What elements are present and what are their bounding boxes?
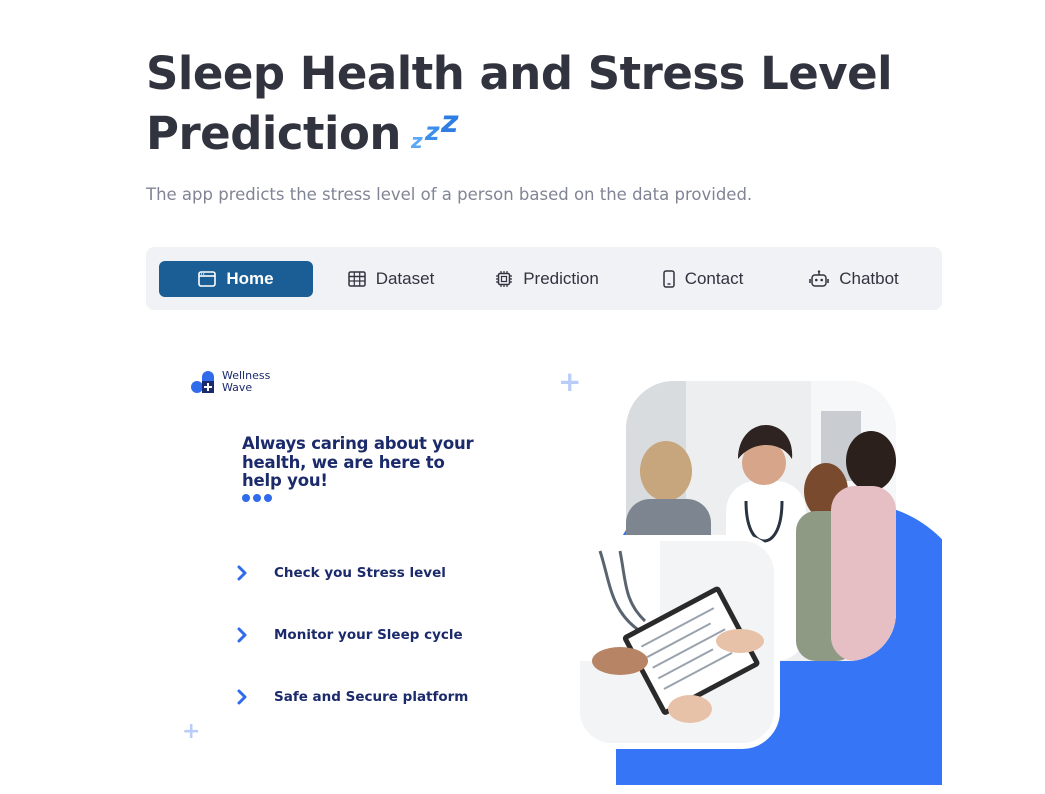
dots-decoration-icon: [242, 494, 272, 502]
nav-tab-dataset-label: Dataset: [375, 269, 435, 288]
logo-icon: [191, 371, 214, 393]
wellness-wave-logo: Wellness Wave: [190, 369, 270, 395]
robot-icon: [809, 270, 830, 287]
nav-tab-home-label: Home: [226, 269, 274, 288]
page-title-text: Sleep Health and Stress Level Prediction: [146, 47, 893, 160]
chevron-right-icon: [237, 689, 247, 705]
window-icon: [198, 271, 217, 287]
page-title: Sleep Health and Stress Level Prediction…: [146, 44, 906, 167]
feature-item: Monitor your Sleep cycle: [234, 626, 463, 644]
table-icon: [347, 271, 366, 287]
clipboard-photo: [574, 535, 780, 749]
zzz-icon: z z z: [410, 105, 463, 167]
plus-decoration-icon: +: [558, 365, 582, 398]
nav-tab-home[interactable]: Home: [159, 261, 313, 297]
svg-text:z: z: [440, 110, 459, 140]
logo-text: Wellness Wave: [222, 370, 270, 394]
hero-banner-image: Wellness Wave + + Always caring about yo…: [146, 335, 942, 785]
feature-item: Check you Stress level: [234, 564, 446, 582]
nav-tab-dataset[interactable]: Dataset: [336, 261, 446, 297]
nav-tab-contact-label: Contact: [684, 269, 744, 288]
nav-tab-prediction[interactable]: Prediction: [486, 261, 608, 297]
plus-decoration-icon: +: [182, 719, 201, 744]
svg-text:z: z: [424, 117, 440, 146]
feature-label: Safe and Secure platform: [274, 689, 469, 705]
feature-label: Monitor your Sleep cycle: [274, 627, 463, 643]
chevron-right-icon: [237, 627, 247, 643]
page-subtitle: The app predicts the stress level of a p…: [146, 185, 753, 204]
chevron-right-icon: [237, 565, 247, 581]
feature-label: Check you Stress level: [274, 565, 446, 581]
nav-tab-prediction-label: Prediction: [523, 269, 599, 288]
nav-tab-contact[interactable]: Contact: [650, 261, 756, 297]
feature-item: Safe and Secure platform: [234, 688, 468, 706]
svg-text:z: z: [411, 129, 423, 152]
banner-headline: Always caring about your health, we are …: [242, 434, 474, 490]
nav-tab-chatbot[interactable]: Chatbot: [800, 261, 908, 297]
cpu-icon: [496, 271, 513, 287]
nav-tab-chatbot-label: Chatbot: [839, 269, 899, 288]
logo-line-2: Wave: [222, 381, 253, 394]
phone-icon: [662, 270, 675, 288]
nav-menu: Home Dataset Prediction Contact Chatbot: [146, 247, 942, 310]
